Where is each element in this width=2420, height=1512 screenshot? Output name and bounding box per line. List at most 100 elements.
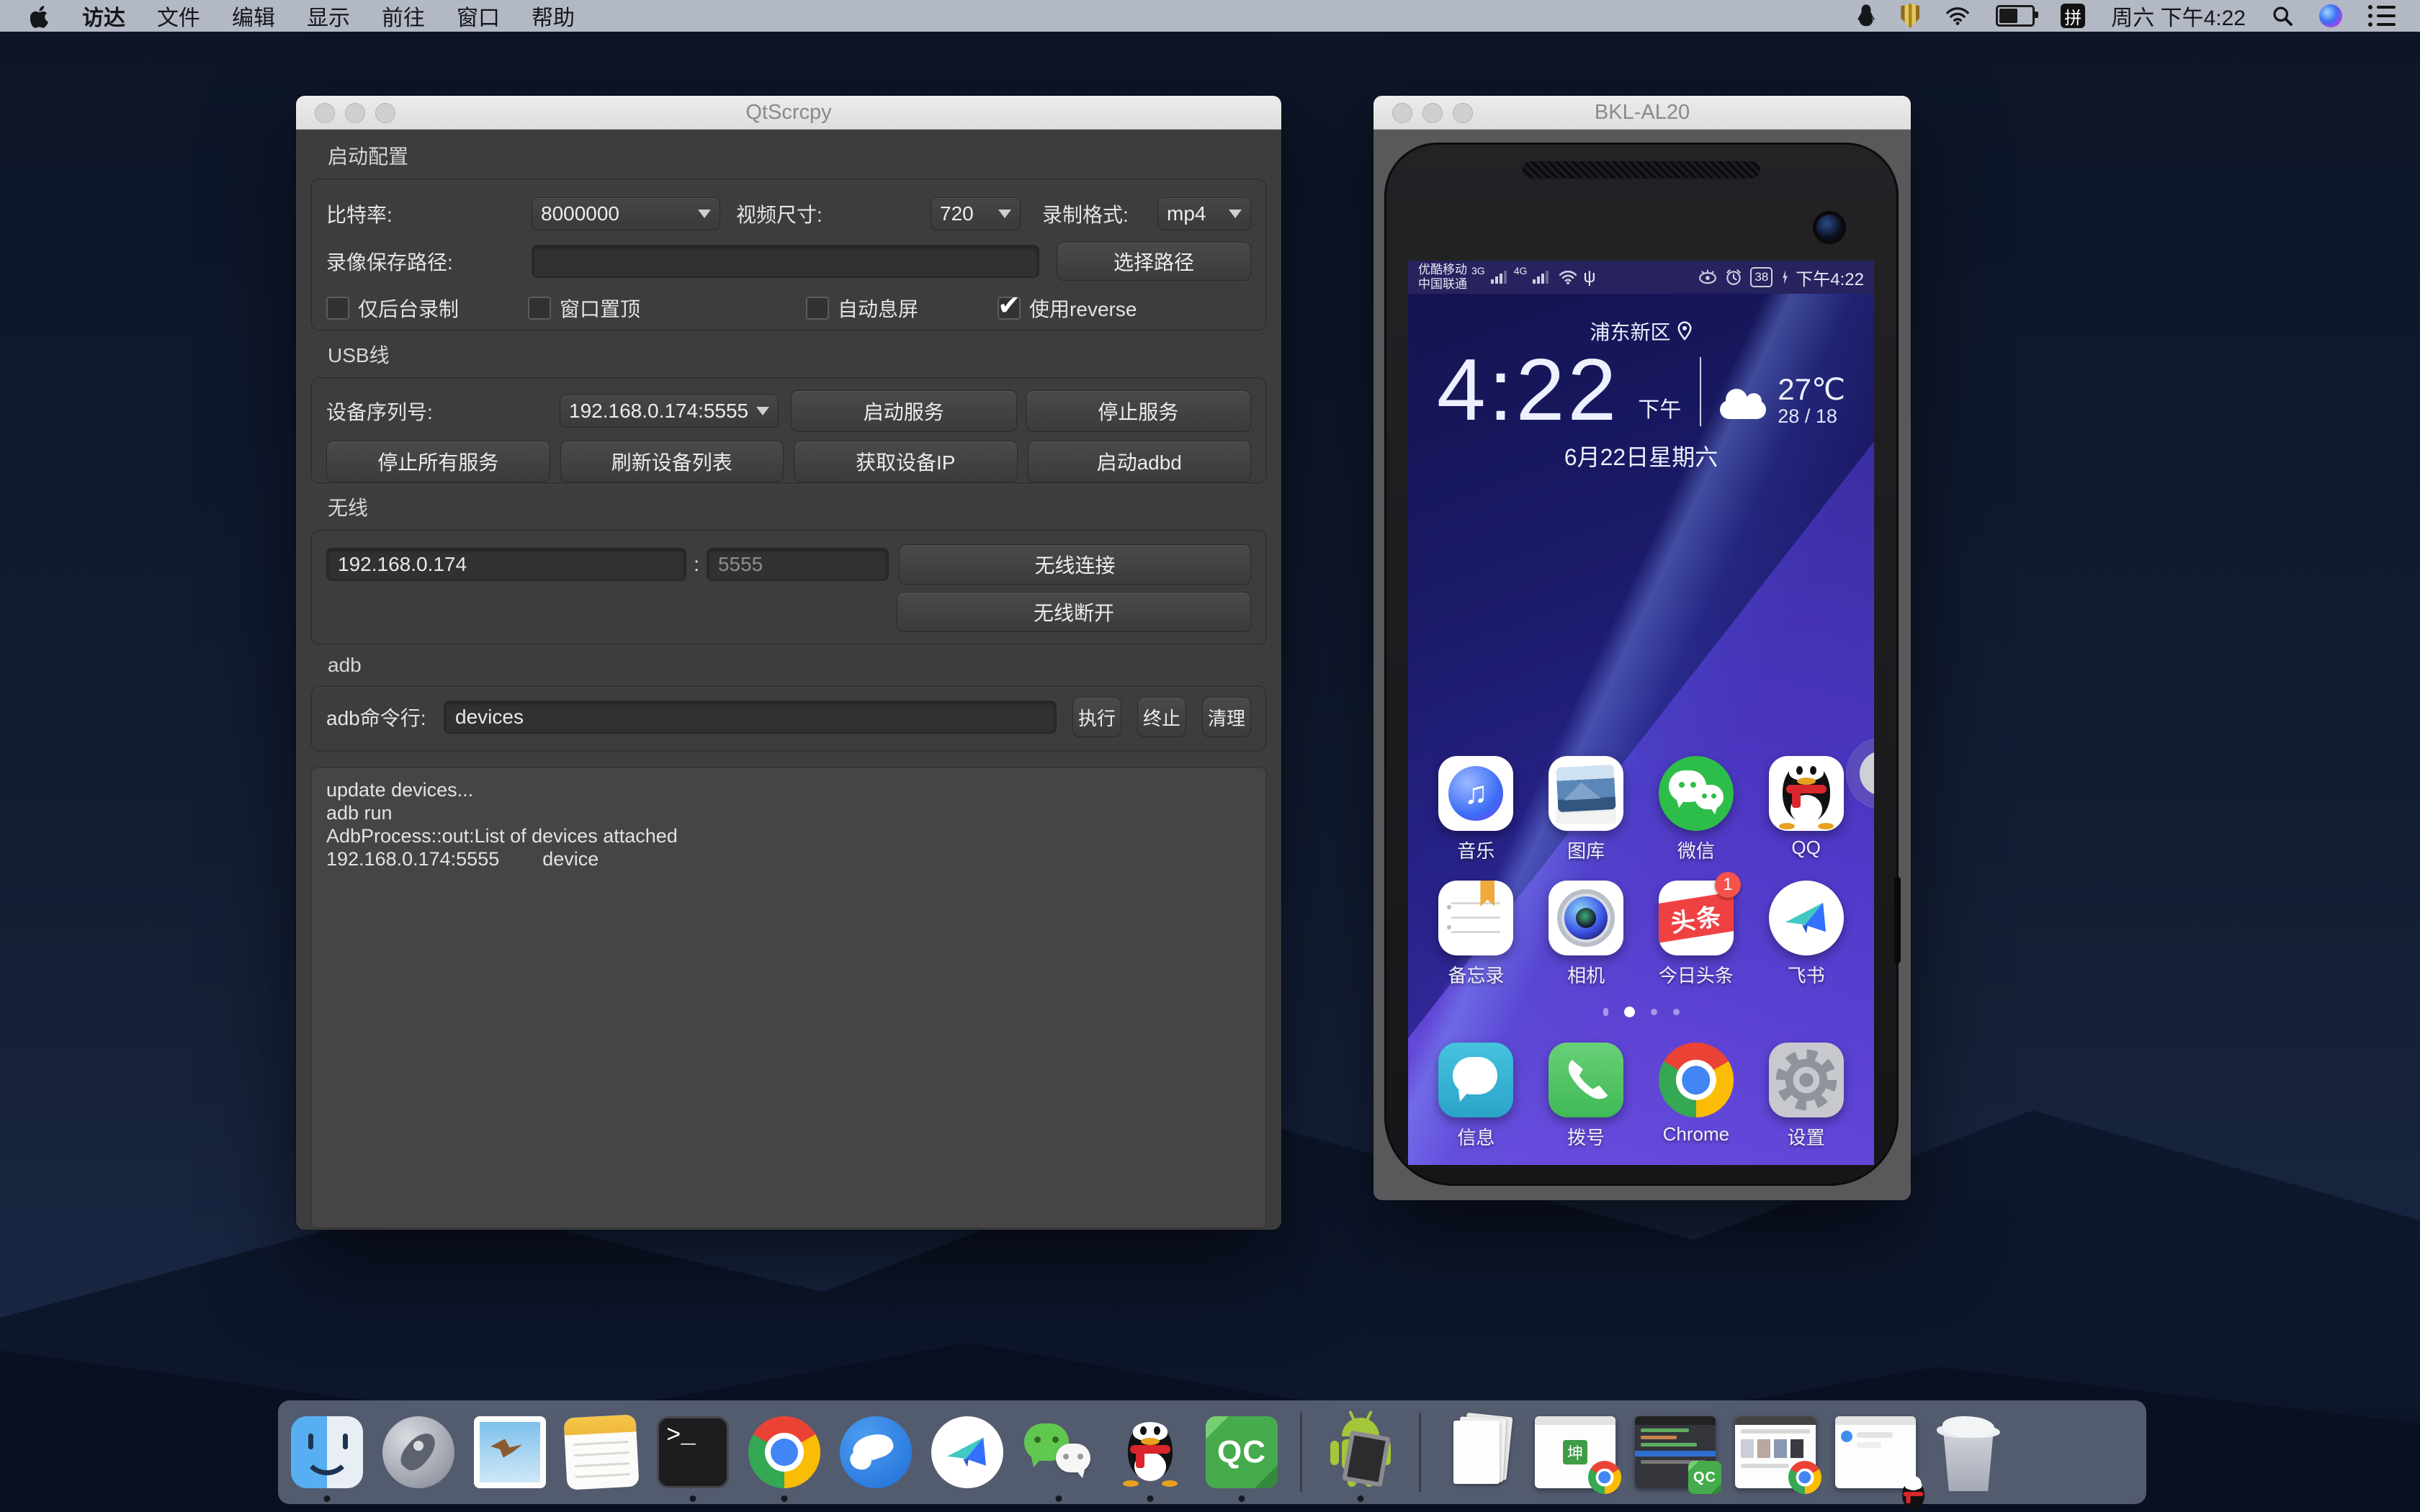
menubar-clock[interactable]: 周六 下午4:22	[2111, 0, 2246, 32]
notes-icon	[563, 1414, 639, 1490]
get-device-ip-button[interactable]: 获取设备IP	[794, 441, 1018, 482]
dock-qtscrcpy[interactable]: QC	[1206, 1416, 1278, 1488]
refresh-device-list-button[interactable]: 刷新设备列表	[560, 441, 784, 482]
paper-plane-icon	[946, 1434, 989, 1471]
thumb-glyph: 坤	[1567, 1441, 1583, 1464]
toutiao-app-icon: 头条 1	[1659, 881, 1734, 955]
qtscrcpy-titlebar[interactable]: QtScrcpy	[296, 96, 1281, 130]
menu-item-view[interactable]: 显示	[307, 0, 350, 32]
wireless-connect-button[interactable]: 无线连接	[899, 544, 1251, 585]
phone-app-chrome[interactable]: Chrome	[1646, 1043, 1747, 1150]
minimize-button[interactable]	[345, 103, 365, 123]
dock-minimized-window-web[interactable]	[1735, 1416, 1816, 1488]
settings-app-icon	[1769, 1043, 1844, 1117]
phone-status-bar: 优酷移动 中国联通 3G 4G ψ 38 下午4:22	[1408, 261, 1874, 294]
record-path-input[interactable]	[532, 245, 1039, 278]
checkbox-box[interactable]	[528, 297, 551, 320]
phone-front-camera	[1816, 215, 1842, 240]
phone-app-gallery[interactable]: 图库	[1536, 756, 1636, 863]
bitrate-combobox[interactable]: 8000000	[532, 197, 720, 230]
dock-feishu[interactable]	[931, 1416, 1003, 1488]
wireless-ip-input[interactable]	[326, 548, 686, 581]
serial-combobox[interactable]: 192.168.0.174:5555	[560, 395, 779, 428]
dock-notes[interactable]	[565, 1416, 637, 1488]
dock-minimized-window-code[interactable]: QC	[1635, 1416, 1716, 1488]
start-service-button[interactable]: 启动服务	[791, 390, 1017, 432]
menu-item-help[interactable]: 帮助	[532, 0, 575, 32]
dock-chrome[interactable]	[748, 1416, 820, 1488]
checkbox-box[interactable]: ✔	[998, 297, 1021, 320]
signal-bars-icon	[1491, 271, 1507, 284]
checkbox-use-reverse[interactable]: ✔ 使用reverse	[998, 294, 1137, 323]
dock-android-scrcpy[interactable]	[1325, 1416, 1397, 1488]
dock-trash[interactable]	[1935, 1416, 2002, 1488]
qq-menubar-icon[interactable]	[1857, 4, 1875, 27]
phone-app-toutiao[interactable]: 头条 1 今日头条	[1646, 881, 1747, 988]
menu-item-edit[interactable]: 编辑	[232, 0, 275, 32]
checkbox-box[interactable]	[326, 297, 349, 320]
siri-icon[interactable]	[2319, 4, 2342, 27]
apple-menu[interactable]	[30, 4, 50, 28]
menu-item-finder[interactable]: 访达	[82, 0, 125, 32]
adb-clear-button[interactable]: 清理	[1202, 697, 1251, 737]
record-format-combobox[interactable]: mp4	[1157, 197, 1251, 230]
menu-item-file[interactable]: 文件	[157, 0, 200, 32]
close-button[interactable]	[315, 103, 335, 123]
phone-app-dialer[interactable]: 拨号	[1536, 1043, 1636, 1150]
dock-mail[interactable]	[474, 1416, 546, 1488]
stop-all-services-button[interactable]: 停止所有服务	[326, 441, 550, 482]
checkbox-background-record[interactable]: 仅后台录制	[326, 294, 459, 323]
close-button[interactable]	[1392, 103, 1412, 123]
notification-center-icon[interactable]	[2368, 5, 2396, 27]
dock-documents-stack[interactable]	[1443, 1416, 1515, 1488]
phone-screen[interactable]: 优酷移动 中国联通 3G 4G ψ 38 下午4:22	[1408, 261, 1874, 1165]
battery-icon[interactable]	[1996, 5, 2035, 27]
checkbox-always-on-top[interactable]: 窗口置顶	[528, 294, 640, 323]
spotlight-search-icon[interactable]	[2272, 5, 2293, 27]
phone-app-feishu[interactable]: 飞书	[1756, 881, 1857, 988]
adb-log-output[interactable]: update devices...adb runAdbProcess::out:…	[310, 767, 1267, 1229]
wireless-disconnect-button[interactable]: 无线断开	[897, 592, 1251, 632]
phone-app-memo[interactable]: 备忘录	[1425, 881, 1526, 988]
dock-terminal[interactable]: >_	[657, 1416, 729, 1488]
alarm-icon	[1724, 268, 1743, 287]
phone-app-camera[interactable]: 相机	[1536, 881, 1636, 988]
dock-minimized-window-page[interactable]: 坤	[1535, 1416, 1615, 1488]
shield-security-icon[interactable]	[1901, 4, 1919, 28]
phone-app-wechat[interactable]: 微信	[1646, 756, 1747, 863]
dock-minimized-window-chat[interactable]	[1835, 1416, 1916, 1488]
feishu-app-icon	[1769, 881, 1844, 955]
adb-command-input[interactable]	[444, 701, 1057, 734]
checkbox-box[interactable]	[806, 297, 829, 320]
wifi-icon[interactable]	[1945, 6, 1970, 25]
dock-wechat[interactable]	[1023, 1416, 1095, 1488]
video-size-combobox[interactable]: 720	[931, 197, 1021, 230]
dock-finder[interactable]	[291, 1416, 363, 1488]
dock-seal-app[interactable]	[840, 1416, 912, 1488]
stop-service-button[interactable]: 停止服务	[1026, 390, 1252, 432]
adb-run-button[interactable]: 执行	[1072, 697, 1121, 737]
checkbox-screen-off[interactable]: 自动息屏	[806, 294, 918, 323]
zoom-button[interactable]	[375, 103, 395, 123]
minimize-button[interactable]	[1422, 103, 1443, 123]
qq-badge-icon	[1905, 1477, 1922, 1494]
phone-app-qq[interactable]: QQ	[1756, 756, 1857, 863]
wireless-port-input[interactable]	[707, 548, 889, 581]
menu-item-window[interactable]: 窗口	[457, 0, 500, 32]
running-indicator	[1147, 1495, 1154, 1502]
clock-widget[interactable]: 浦东新区 4:22 下午 27℃ 28 / 18	[1408, 317, 1874, 472]
adb-kill-button[interactable]: 终止	[1137, 697, 1186, 737]
start-adbd-button[interactable]: 启动adbd	[1028, 441, 1252, 482]
phone-app-settings[interactable]: 设置	[1756, 1043, 1857, 1150]
dock-launchpad[interactable]	[382, 1416, 454, 1488]
phone-window-titlebar[interactable]: BKL-AL20	[1373, 96, 1911, 130]
phone-app-music[interactable]: ♫ 音乐	[1425, 756, 1526, 863]
app-label: 微信	[1646, 837, 1747, 863]
menu-item-go[interactable]: 前往	[382, 0, 425, 32]
phone-app-messages[interactable]: 信息	[1425, 1043, 1526, 1150]
choose-path-button[interactable]: 选择路径	[1057, 242, 1251, 281]
dock-qq[interactable]	[1114, 1416, 1186, 1488]
zoom-button[interactable]	[1453, 103, 1473, 123]
charging-bolt-icon	[1781, 270, 1788, 284]
input-method-icon[interactable]: 拼	[2061, 4, 2085, 28]
